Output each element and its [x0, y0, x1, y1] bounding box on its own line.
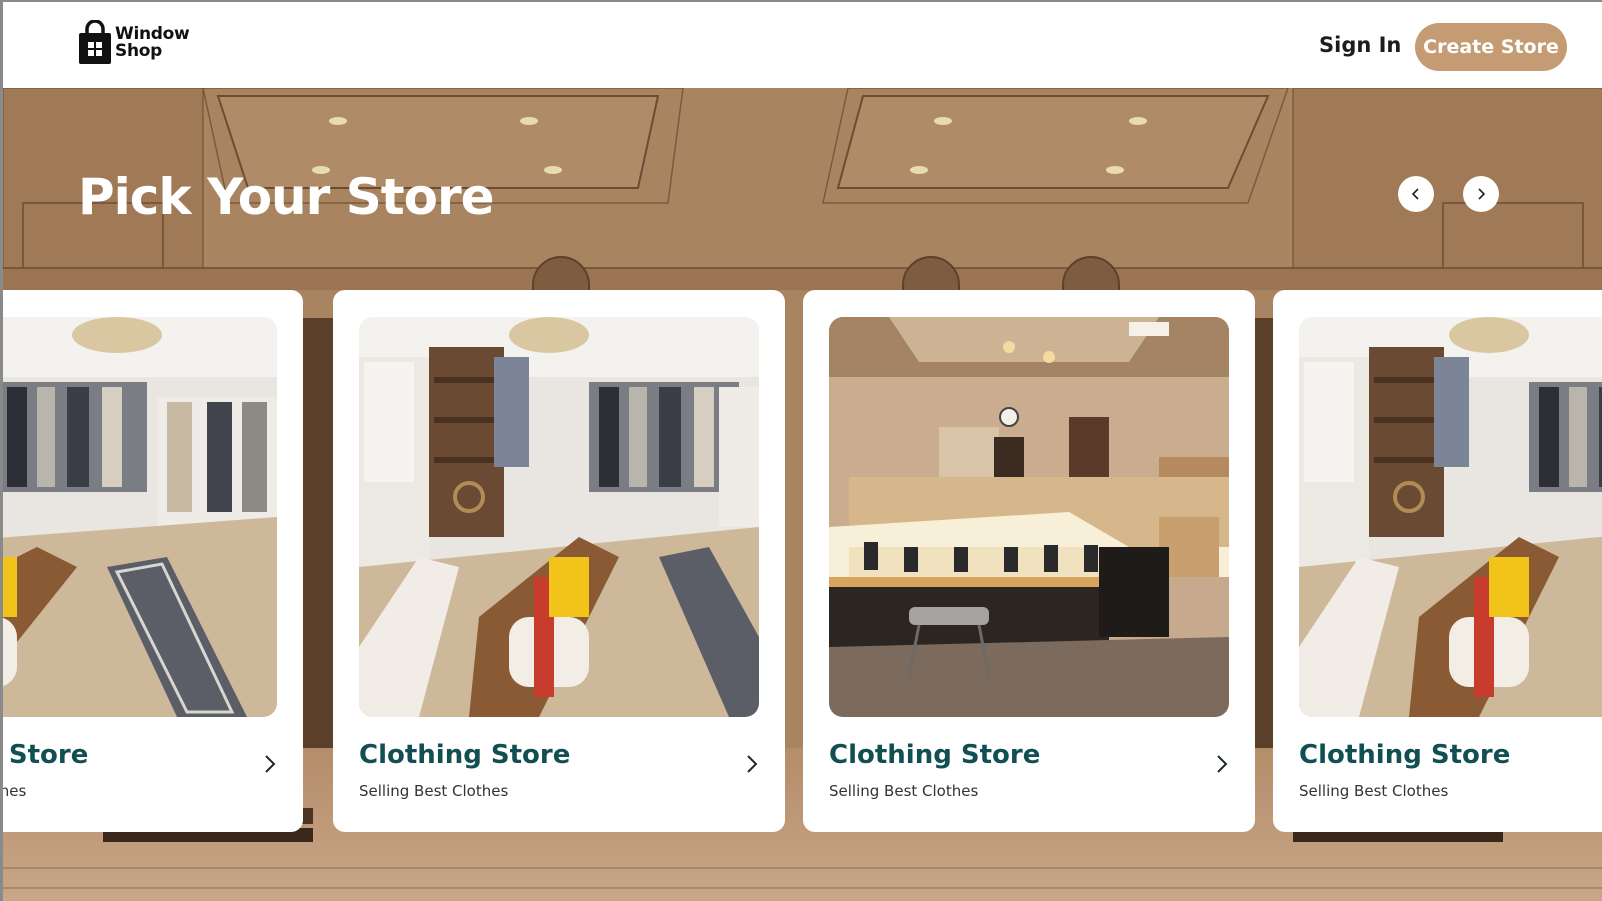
sign-in-link[interactable]: Sign In — [1319, 33, 1401, 57]
logo-text-line2: Shop — [115, 41, 162, 61]
store-subtitle: Selling Best Clothes — [359, 782, 509, 800]
hero-section: Pick Your Store Store hes Clothing Store… — [0, 88, 1602, 901]
store-subtitle: Selling Best Clothes — [0, 782, 27, 800]
store-card[interactable]: Clothing Store Selling Best Clothes — [803, 290, 1255, 832]
shopping-bag-icon — [78, 19, 112, 66]
store-image — [3, 317, 277, 717]
create-store-button[interactable]: Create Store — [1415, 23, 1567, 71]
carousel-next-button[interactable] — [1463, 176, 1499, 212]
chevron-left-icon — [1411, 188, 1419, 200]
chevron-right-icon — [1217, 755, 1228, 773]
store-title: Clothing Store — [1299, 740, 1511, 770]
chevron-right-icon — [747, 755, 758, 773]
store-card[interactable]: Clothing Store Selling Best Clothes — [0, 290, 303, 832]
store-title: Clothing Store — [3, 740, 89, 770]
store-image — [359, 317, 759, 717]
store-title: Clothing Store — [359, 740, 571, 770]
store-title: Clothing Store — [829, 740, 1041, 770]
chevron-right-icon — [1478, 188, 1486, 200]
top-navbar: Window Shop Sign In Create Store — [0, 0, 1602, 88]
store-card[interactable]: Clothing Store Selling Best Clothes — [333, 290, 785, 832]
store-image — [1299, 317, 1602, 717]
chevron-right-icon — [265, 755, 276, 773]
store-subtitle: Selling Best Clothes — [829, 782, 979, 800]
store-image — [829, 317, 1229, 717]
carousel-prev-button[interactable] — [1398, 176, 1434, 212]
page-title: Pick Your Store — [78, 168, 495, 226]
store-subtitle: Selling Best Clothes — [1299, 782, 1449, 800]
logo[interactable]: Window Shop — [78, 19, 190, 66]
store-card[interactable]: Clothing Store Selling Best Clothes — [1273, 290, 1602, 832]
